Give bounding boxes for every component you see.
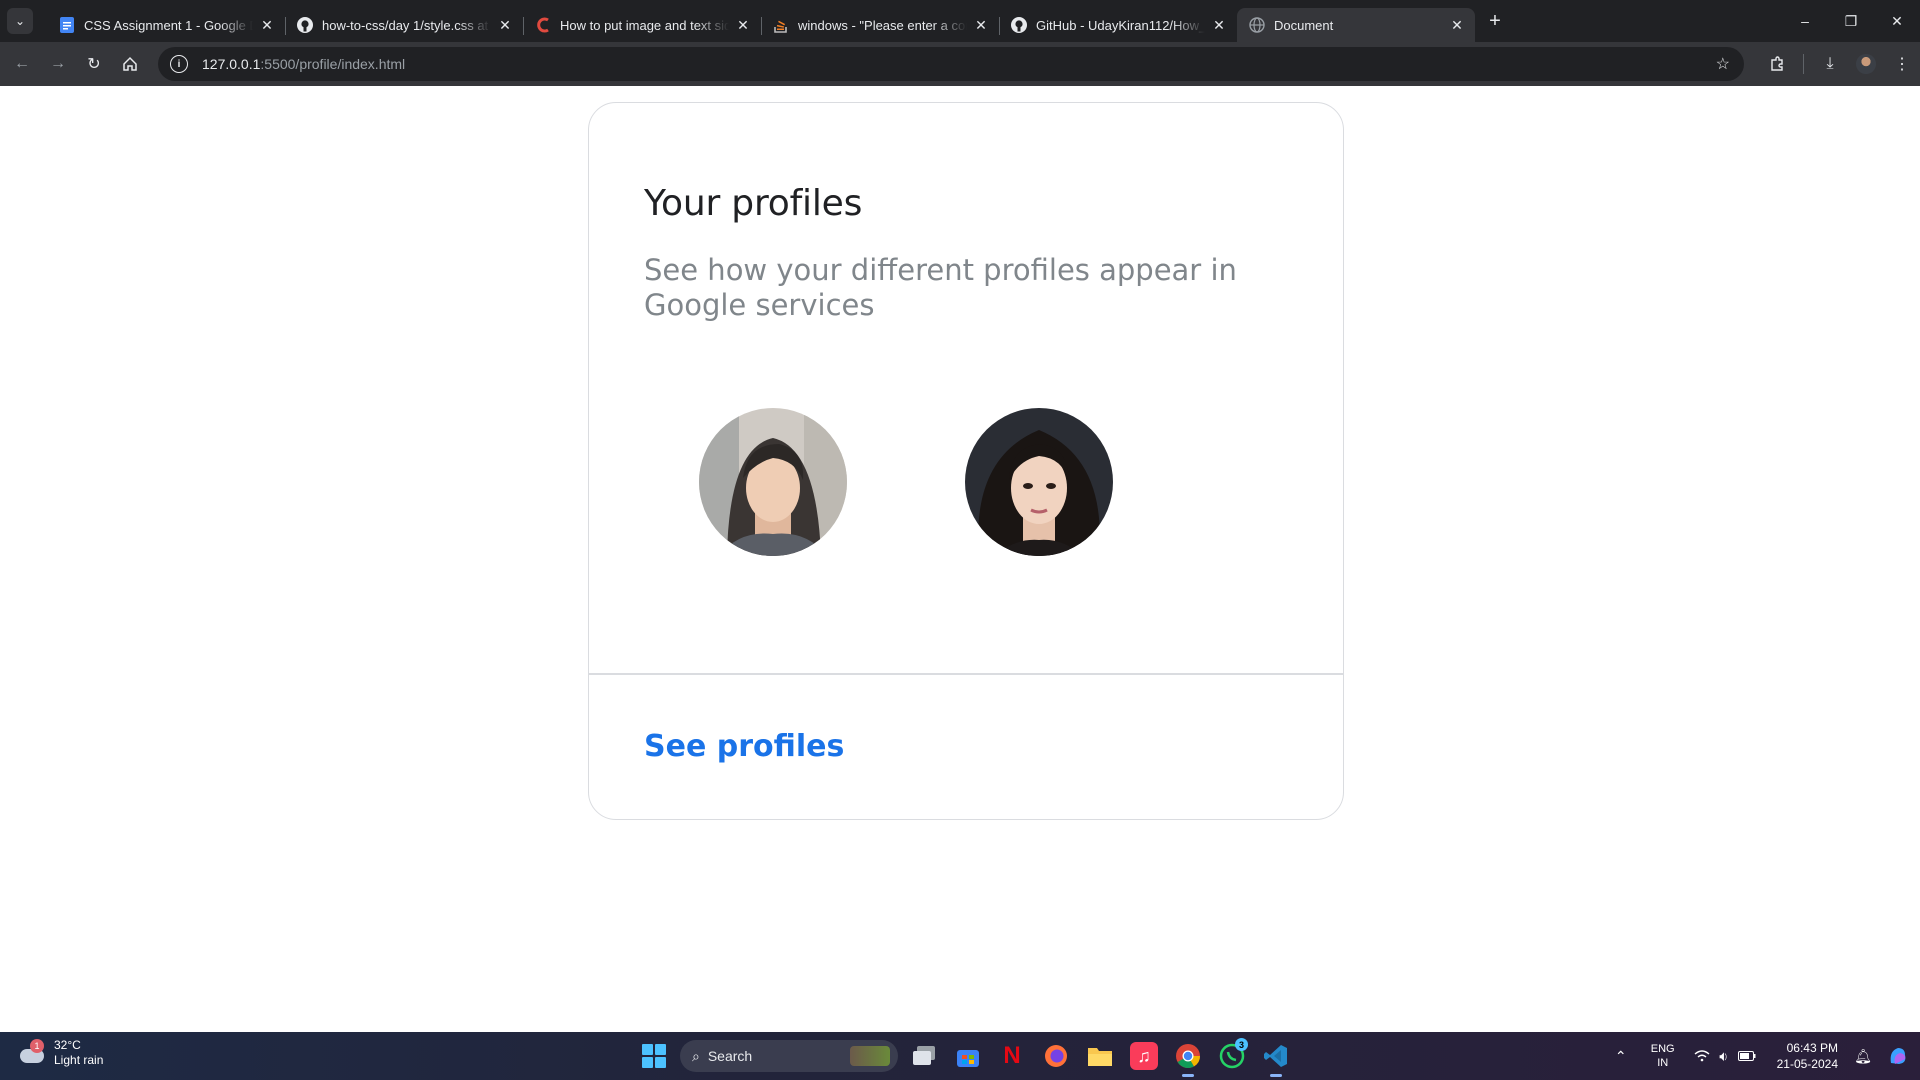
close-icon[interactable]: ✕ xyxy=(497,17,513,33)
system-tray: ⌃ ENG IN 🔉︎ 06:43 PM 21-05-2024 🔔︎ xyxy=(1609,1032,1920,1080)
toolbar-separator xyxy=(1803,54,1804,74)
language-indicator[interactable]: ENG IN xyxy=(1651,1042,1675,1070)
weather-text: 32°C Light rain xyxy=(54,1038,103,1068)
whatsapp-badge: 3 xyxy=(1235,1038,1248,1051)
profile-avatars xyxy=(699,408,1113,556)
github-icon xyxy=(1011,17,1027,33)
page-subtitle: See how your different profiles appear i… xyxy=(644,253,1237,322)
copilot-icon[interactable] xyxy=(1876,1045,1920,1067)
weather-desc: Light rain xyxy=(54,1053,104,1067)
tab-title: how-to-css/day 1/style.css at main xyxy=(322,17,491,33)
stackoverflow-icon xyxy=(773,17,789,33)
close-icon[interactable]: ✕ xyxy=(259,17,275,33)
lang-bottom: IN xyxy=(1657,1057,1669,1069)
profile-avatar-1 xyxy=(699,408,847,556)
whatsapp-icon[interactable]: 3 xyxy=(1214,1038,1250,1074)
clock-time: 06:43 PM xyxy=(1786,1041,1838,1055)
restore-button[interactable]: ❐ xyxy=(1828,0,1874,42)
battery-icon[interactable] xyxy=(1735,1051,1759,1061)
toolbar-actions: ⤓ ⋮ xyxy=(1759,42,1920,86)
search-highlight-image xyxy=(850,1046,890,1066)
chevron-up-icon[interactable]: ⌃ xyxy=(1609,1048,1633,1065)
forward-button[interactable]: → xyxy=(44,50,72,78)
clock[interactable]: 06:43 PM 21-05-2024 xyxy=(1777,1040,1838,1072)
chrome-icon[interactable] xyxy=(1170,1038,1206,1077)
search-label: Search xyxy=(707,1048,753,1064)
url-host: 127.0.0.1 xyxy=(202,56,261,72)
weather-widget[interactable]: 1 32°C Light rain xyxy=(18,1038,103,1068)
download-icon[interactable]: ⤓ xyxy=(1812,46,1848,82)
profiles-card: Your profiles See how your different pro… xyxy=(588,102,1344,820)
taskbar-search[interactable]: ⌕ Search xyxy=(680,1040,898,1072)
home-button[interactable] xyxy=(116,50,144,78)
windows-start-icon[interactable] xyxy=(636,1038,672,1074)
vscode-icon[interactable] xyxy=(1258,1038,1294,1077)
tabs: CSS Assignment 1 - Google Docs ✕ how-to-… xyxy=(47,0,1509,42)
tab-document[interactable]: Document ✕ xyxy=(1237,8,1475,42)
notifications-icon[interactable]: 🔔︎ xyxy=(1850,1048,1876,1065)
tab-title: windows - "Please enter a command" xyxy=(798,17,967,33)
file-explorer-icon[interactable] xyxy=(1082,1038,1118,1074)
new-tab-button[interactable]: + xyxy=(1481,7,1509,35)
tab-title: Document xyxy=(1274,17,1334,33)
weather-temp: 32°C xyxy=(54,1038,81,1052)
tab-strip: ⌄ CSS Assignment 1 - Google Docs ✕ how-t… xyxy=(0,0,1920,42)
browser-toolbar: ← → ↻ i 127.0.0.1:5500/profile/index.htm… xyxy=(0,42,1920,86)
taskbar-apps: ⌕ Search N ♫ 3 xyxy=(636,1038,1294,1077)
minimize-button[interactable]: – xyxy=(1782,0,1828,42)
card-divider xyxy=(589,673,1343,675)
close-icon[interactable]: ✕ xyxy=(973,17,989,33)
lang-top: ENG xyxy=(1650,1043,1675,1055)
netflix-icon[interactable]: N xyxy=(994,1038,1030,1074)
page-title: Your profiles xyxy=(644,183,863,224)
address-bar[interactable]: i 127.0.0.1:5500/profile/index.html ☆ xyxy=(158,47,1744,81)
site-info-icon[interactable]: i xyxy=(170,55,188,73)
tab-github-repo[interactable]: GitHub - UdayKiran112/How_to ✕ xyxy=(999,8,1237,42)
github-icon xyxy=(297,17,313,33)
back-button[interactable]: ← xyxy=(8,50,36,78)
profile-avatar[interactable] xyxy=(1848,46,1884,82)
tab-stackoverflow[interactable]: windows - "Please enter a command" ✕ xyxy=(761,8,999,42)
chevron-down-icon: ⌄ xyxy=(14,14,26,28)
tab-title: How to put image and text side xyxy=(560,17,729,33)
close-icon[interactable]: ✕ xyxy=(735,17,751,33)
apple-music-icon[interactable]: ♫ xyxy=(1130,1042,1158,1070)
codegrepper-icon xyxy=(535,17,551,33)
taskbar: 1 32°C Light rain ⌕ Search N ♫ 3 ⌃ ENG I… xyxy=(0,1032,1920,1080)
close-icon[interactable]: ✕ xyxy=(1449,17,1465,33)
rain-cloud-icon: 1 xyxy=(18,1039,46,1067)
profile-avatar-2 xyxy=(965,408,1113,556)
google-docs-icon xyxy=(59,17,75,33)
close-icon[interactable]: ✕ xyxy=(1211,17,1227,33)
bookmark-star-icon[interactable]: ☆ xyxy=(1716,54,1730,74)
task-view-icon[interactable] xyxy=(906,1038,942,1074)
url-path: :5500/profile/index.html xyxy=(260,56,406,72)
tab-codegrepper[interactable]: How to put image and text side ✕ xyxy=(523,8,761,42)
close-window-button[interactable]: ✕ xyxy=(1874,0,1920,42)
see-profiles-link[interactable]: See profiles xyxy=(644,729,844,764)
window-controls: – ❐ ✕ xyxy=(1782,0,1920,42)
search-icon: ⌕ xyxy=(692,1047,700,1064)
tab-github-style[interactable]: how-to-css/day 1/style.css at main ✕ xyxy=(285,8,523,42)
clock-date: 21-05-2024 xyxy=(1776,1057,1838,1071)
tab-search-button[interactable]: ⌄ xyxy=(7,8,33,34)
extensions-icon[interactable] xyxy=(1759,46,1795,82)
weather-badge: 1 xyxy=(30,1039,44,1053)
tab-google-docs[interactable]: CSS Assignment 1 - Google Docs ✕ xyxy=(47,8,285,42)
url-text: 127.0.0.1:5500/profile/index.html xyxy=(202,56,405,72)
firefox-icon[interactable] xyxy=(1038,1038,1074,1074)
tab-title: CSS Assignment 1 - Google Docs xyxy=(84,17,253,33)
microsoft-store-icon[interactable] xyxy=(950,1038,986,1074)
globe-icon xyxy=(1249,17,1265,33)
reload-button[interactable]: ↻ xyxy=(80,50,108,78)
menu-icon[interactable]: ⋮ xyxy=(1884,46,1920,82)
tab-title: GitHub - UdayKiran112/How_to xyxy=(1036,17,1205,33)
volume-icon[interactable]: 🔉︎ xyxy=(1713,1048,1735,1065)
home-icon xyxy=(123,56,137,71)
wifi-icon[interactable] xyxy=(1691,1050,1713,1062)
